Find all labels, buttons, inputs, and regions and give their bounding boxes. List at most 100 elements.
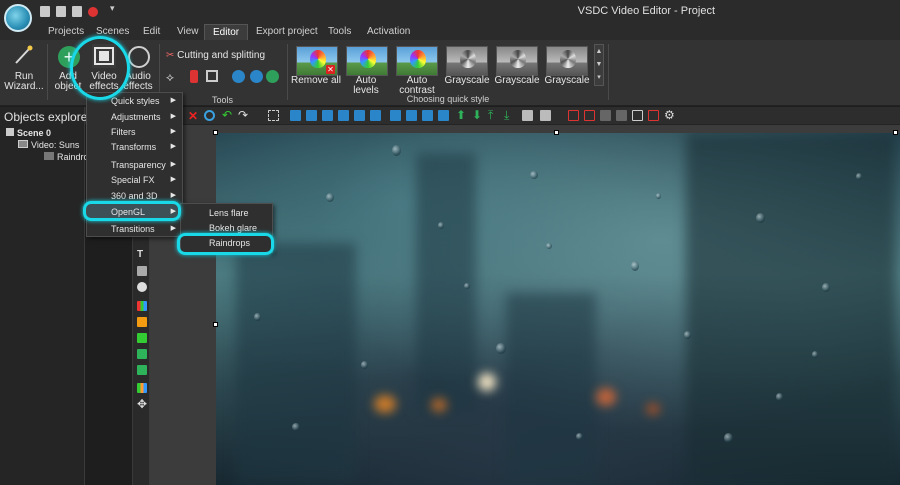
rotate-icon[interactable] [232, 70, 245, 83]
run-wizard-button[interactable]: Run Wizard... [4, 72, 44, 92]
layout2-icon[interactable] [616, 110, 627, 121]
align-middle-icon[interactable] [354, 110, 365, 121]
tab-activation[interactable]: Activation [367, 24, 410, 40]
align-bottom-icon[interactable] [370, 110, 381, 121]
undo-icon[interactable]: ↶ [222, 108, 232, 122]
resize-handle[interactable] [213, 130, 218, 135]
menu-item-label: Quick styles [111, 96, 160, 106]
style-auto-contrast-thumb[interactable] [396, 46, 438, 76]
divider [608, 44, 609, 100]
subtitle-icon[interactable] [137, 266, 147, 276]
layout-icon[interactable] [600, 110, 611, 121]
distribute-icon[interactable] [390, 110, 401, 121]
arrow-bottom-icon[interactable]: ⤓ [504, 108, 509, 123]
speech-icon[interactable] [137, 282, 147, 292]
styles-scroll-icon[interactable]: ▲ ▼ ▾ [594, 44, 604, 86]
style-grayscale-thumb[interactable] [546, 46, 588, 76]
chevron-right-icon: ▶ [170, 161, 176, 168]
tree-effect[interactable]: Raindro [44, 152, 89, 162]
group-icon[interactable] [522, 110, 533, 121]
align-left-icon[interactable] [290, 110, 301, 121]
resize-handle[interactable] [893, 130, 898, 135]
effect-icon [44, 152, 54, 160]
chart-icon[interactable] [137, 301, 147, 311]
tab-export-project[interactable]: Export project [256, 24, 318, 40]
objects-explorer-title: Objects explorer [4, 110, 92, 124]
divider [287, 44, 288, 100]
audio-meter-icon[interactable] [137, 383, 147, 393]
align-center-icon[interactable] [306, 110, 317, 121]
style-grayscale-thumb[interactable] [446, 46, 488, 76]
menu-item-label: Filters [111, 127, 136, 137]
menu-item-label: Transparency [111, 160, 166, 170]
style-auto-levels-thumb[interactable] [346, 46, 388, 76]
layout4-icon[interactable] [648, 110, 659, 121]
image-icon[interactable] [137, 333, 147, 343]
effect-label: Raindro [57, 152, 89, 162]
scene-icon [6, 128, 14, 136]
arrow-top-icon[interactable]: ⤒ [488, 108, 493, 123]
circle-icon[interactable] [204, 110, 215, 121]
play-icon[interactable] [137, 365, 147, 375]
apply-icon[interactable] [266, 70, 279, 83]
grid-icon[interactable] [568, 110, 579, 121]
menu-item-filters[interactable]: Filters ▶ [87, 124, 182, 140]
menu-bar: Projects Scenes Edit View Editor Export … [0, 24, 900, 40]
tab-editor[interactable]: Editor [204, 24, 249, 40]
resize-handle[interactable] [554, 130, 559, 135]
menu-item-special-fx[interactable]: Special FX ▶ [87, 172, 182, 188]
menu-item-transparency[interactable]: Transparency ▶ [87, 157, 182, 173]
menu-item-transforms[interactable]: Transforms ▶ [87, 139, 182, 155]
menu-item-transitions[interactable]: Transitions ▶ [87, 221, 182, 237]
menu-item-label: Transforms [111, 142, 157, 152]
cutting-label: Cutting and splitting [177, 50, 266, 61]
tree-video[interactable]: Video: Suns [18, 140, 79, 150]
center-icon[interactable] [406, 110, 417, 121]
select-all-icon[interactable] [268, 110, 279, 121]
tab-tools[interactable]: Tools [328, 24, 351, 40]
tab-projects[interactable]: Projects [48, 24, 84, 40]
style-label: Grayscale [494, 75, 540, 86]
ungroup-icon[interactable] [540, 110, 551, 121]
align-top-icon[interactable] [338, 110, 349, 121]
style-grayscale-thumb[interactable] [496, 46, 538, 76]
style-remove-all-thumb[interactable]: ✕ [296, 46, 338, 76]
text-icon[interactable]: T [137, 249, 143, 260]
sprite-icon[interactable] [137, 317, 147, 327]
split-tool-icon[interactable]: ⟡ [166, 70, 174, 85]
style-label: Auto levels [353, 75, 379, 96]
menu-item-lens-flare[interactable]: Lens flare [181, 206, 272, 221]
video-effects-highlight [70, 36, 130, 100]
fit-icon[interactable] [422, 110, 433, 121]
cutting-splitting-button[interactable]: ✂ Cutting and splitting [166, 50, 265, 61]
gear-icon[interactable]: ⚙ [664, 108, 675, 122]
opengl-highlight [83, 201, 181, 221]
rotate-back-icon[interactable] [250, 70, 263, 83]
crop-icon[interactable] [206, 70, 218, 82]
menu-item-label: 360 and 3D [111, 191, 158, 201]
chevron-right-icon: ▶ [170, 143, 176, 150]
objects-explorer-panel [0, 107, 85, 485]
style-label: Auto contrast [399, 75, 435, 96]
scissors-icon: ✂ [166, 50, 175, 61]
video-preview[interactable] [216, 133, 900, 485]
tab-view[interactable]: View [177, 24, 199, 40]
tab-edit[interactable]: Edit [143, 24, 160, 40]
move-icon[interactable]: ✥ [137, 397, 147, 411]
style-label: Remove all [290, 75, 342, 86]
chevron-right-icon: ▶ [170, 225, 176, 232]
arrow-up-icon[interactable]: ⬆ [456, 108, 466, 122]
tree-scene[interactable]: Scene 0 [6, 128, 51, 138]
resize-handle[interactable] [213, 322, 218, 327]
delete-icon[interactable]: ✕ [188, 109, 198, 123]
app-logo-icon[interactable] [4, 4, 32, 32]
layout3-icon[interactable] [632, 110, 643, 121]
menu-item-adjustments[interactable]: Adjustments ▶ [87, 109, 182, 125]
redo-icon[interactable]: ↷ [238, 108, 248, 122]
stretch-icon[interactable] [438, 110, 449, 121]
trim-icon[interactable] [190, 70, 198, 83]
arrow-down-icon[interactable]: ⬇ [472, 108, 482, 122]
align-right-icon[interactable] [322, 110, 333, 121]
snap-icon[interactable] [584, 110, 595, 121]
music-icon[interactable] [137, 349, 147, 359]
